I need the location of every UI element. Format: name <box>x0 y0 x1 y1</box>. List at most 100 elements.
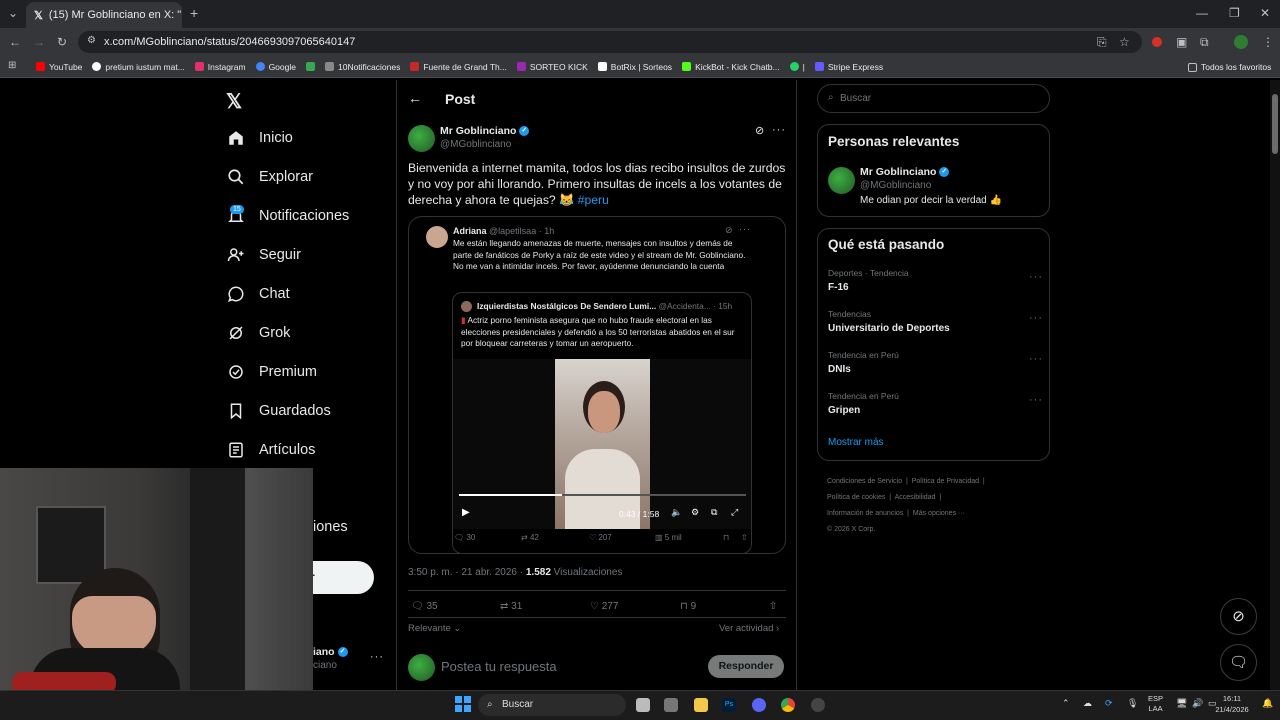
reload-icon[interactable]: ↻ <box>57 35 67 49</box>
video-progress-track[interactable] <box>459 494 746 496</box>
nav-premium[interactable]: Premium <box>227 363 317 381</box>
chrome-icon[interactable] <box>781 698 795 712</box>
quote-grok-icon[interactable]: ⊘ <box>725 225 733 236</box>
reply-input[interactable]: Postea tu respuesta <box>441 659 557 674</box>
nav-guardados[interactable]: Guardados <box>227 402 331 420</box>
nav-grok[interactable]: Grok <box>227 324 290 342</box>
back-arrow-icon[interactable]: ← <box>408 90 422 106</box>
nested-quote[interactable]: Izquierdistas Nostálgicos De Sendero Lum… <box>452 292 752 553</box>
chat-float-button[interactable]: 🗨 <box>1220 644 1257 681</box>
app-icon-2[interactable] <box>811 698 825 712</box>
notifications-bell-icon[interactable]: 🔔 <box>1262 698 1273 709</box>
nav-inicio[interactable]: Inicio <box>227 129 293 147</box>
bookmark-instagram[interactable]: Instagram <box>194 62 246 72</box>
bookmark-botrix[interactable]: BotRix | Sorteos <box>597 62 672 72</box>
forward-icon[interactable]: → <box>33 35 45 49</box>
microphone-icon[interactable]: 🎙 <box>1127 698 1138 709</box>
footer-link[interactable]: Política de Privacidad <box>912 478 979 485</box>
view-activity-link[interactable]: Ver actividad › <box>719 623 779 634</box>
quote-reposts[interactable]: ⇄ 42 <box>521 533 539 542</box>
author-name[interactable]: Mr Goblinciano ✓ <box>440 125 530 137</box>
address-bar[interactable]: ⚙ x.com/MGoblinciano/status/204669309706… <box>78 31 1142 53</box>
nav-articulos[interactable]: Artículos <box>227 441 315 459</box>
all-favorites[interactable]: Todos los favoritos <box>1188 62 1271 72</box>
reply-action[interactable]: 🗨 35 <box>411 601 438 612</box>
footer-link[interactable]: Accesibilidad <box>895 494 936 501</box>
nav-explorar[interactable]: Explorar <box>227 168 313 186</box>
menu-kebab-icon[interactable]: ⋮ <box>1262 35 1274 49</box>
volume-icon[interactable]: 🔈 <box>671 507 682 518</box>
tray-icon[interactable]: ☁ <box>1083 698 1092 709</box>
tab-search-icon[interactable]: ⌄ <box>8 6 18 20</box>
trend-more-icon[interactable]: ··· <box>1029 312 1043 324</box>
fullscreen-icon[interactable]: ⤢ <box>731 507 738 518</box>
file-explorer-icon[interactable] <box>694 698 708 712</box>
relevant-avatar[interactable] <box>828 167 855 194</box>
settings-gear-icon[interactable]: ⚙ <box>691 507 699 518</box>
bookmark-google[interactable]: Google <box>255 62 296 72</box>
hashtag-link[interactable]: #peru <box>578 193 609 207</box>
author-handle[interactable]: @MGoblinciano <box>440 139 511 150</box>
account-menu-icon[interactable]: ··· <box>370 651 384 663</box>
quote-views[interactable]: ▥ 5 mil <box>655 533 682 542</box>
x-logo-icon[interactable]: 𝕏 <box>226 89 242 114</box>
trend-item[interactable]: Deportes · Tendencia F-16 ··· <box>828 268 1043 298</box>
app-icon[interactable] <box>664 698 678 712</box>
quote-replies[interactable]: 🗨 30 <box>454 533 475 542</box>
taskbar-search[interactable]: ⌕ Buscar <box>478 694 626 716</box>
reply-button[interactable]: Responder <box>708 655 784 678</box>
play-icon[interactable]: ▶ <box>462 507 470 518</box>
profile-avatar[interactable] <box>1234 35 1248 49</box>
bookmark-extra[interactable] <box>305 62 315 71</box>
back-icon[interactable]: ← <box>9 35 21 49</box>
footer-link[interactable]: Condiciones de Servicio <box>827 478 902 485</box>
trend-item[interactable]: Tendencias Universitario de Deportes ··· <box>828 309 1043 339</box>
photoshop-icon[interactable]: Ps <box>722 698 736 712</box>
quote-bookmark-icon[interactable]: ⊓ <box>723 533 729 542</box>
maximize-button[interactable]: ❐ <box>1229 6 1240 20</box>
task-view-icon[interactable] <box>636 698 650 712</box>
footer-link[interactable]: Más opciones ··· <box>913 510 965 517</box>
new-tab-button[interactable]: + <box>190 5 198 21</box>
avatar[interactable] <box>408 125 435 152</box>
video-player[interactable]: ▶ 0:43 / 1:58 🔈 ⚙ ⧉ ⤢ <box>453 359 751 529</box>
show-more-link[interactable]: Mostrar más <box>828 437 884 448</box>
share-icon[interactable]: ⇧ <box>769 601 777 612</box>
site-info-icon[interactable]: ⚙ <box>87 35 96 46</box>
scrollbar-track[interactable] <box>1270 80 1280 690</box>
bookmark-pretium[interactable]: pretium iustum mat... <box>92 62 185 72</box>
close-window-button[interactable]: ✕ <box>1260 6 1270 20</box>
repost-action[interactable]: ⇄ 31 <box>500 601 522 612</box>
search-input[interactable]: Buscar <box>840 93 871 104</box>
extensions-puzzle-icon[interactable]: ⧉ <box>1200 35 1209 50</box>
nav-seguir[interactable]: Seguir <box>227 246 301 264</box>
trend-more-icon[interactable]: ··· <box>1029 271 1043 283</box>
bookmark-whatsapp[interactable]: | <box>789 62 805 72</box>
nav-chat[interactable]: Chat <box>227 285 290 303</box>
trend-more-icon[interactable]: ··· <box>1029 394 1043 406</box>
quote-likes[interactable]: ♡ 207 <box>589 533 612 542</box>
bookmark-action[interactable]: ⊓ 9 <box>680 601 696 612</box>
quote-card[interactable]: Adriana @lapetilsaa · 1h ⊘ ··· Me están … <box>408 216 786 554</box>
footer-link[interactable]: Información de anuncios <box>827 510 903 517</box>
tray-icon-2[interactable]: ⟳ <box>1105 698 1113 709</box>
grok-float-button[interactable]: ⊘ <box>1220 598 1257 635</box>
trend-more-icon[interactable]: ··· <box>1029 353 1043 365</box>
bookmark-10notificaciones[interactable]: 10Notificaciones <box>324 62 400 72</box>
bookmark-stripe[interactable]: Stripe Express <box>814 62 883 72</box>
trend-item[interactable]: Tendencia en Perú DNIs ··· <box>828 350 1043 380</box>
extension-icon[interactable] <box>1152 37 1162 47</box>
bookmark-fuente-gta[interactable]: Fuente de Grand Th... <box>410 62 507 72</box>
windows-start-icon[interactable] <box>455 696 471 712</box>
quote-more-icon[interactable]: ··· <box>739 224 751 234</box>
network-icon[interactable]: 🖥 <box>1176 698 1187 709</box>
relevance-dropdown[interactable]: Relevante ⌄ <box>408 623 461 634</box>
trend-item[interactable]: Tendencia en Perú Gripen ··· <box>828 391 1043 421</box>
volume-icon[interactable]: 🔊 <box>1192 698 1203 709</box>
install-icon[interactable]: ⎘ <box>1097 35 1107 50</box>
grok-explain-icon[interactable]: ⊘ <box>755 124 764 137</box>
apps-grid-icon[interactable]: ⊞ <box>8 60 16 71</box>
browser-tab[interactable]: 𝕏 (15) Mr Goblinciano en X: "Bie ✕ <box>26 2 182 28</box>
language-indicator[interactable]: ESP LAA <box>1148 694 1163 714</box>
quote-share-icon[interactable]: ⇧ <box>741 533 748 542</box>
